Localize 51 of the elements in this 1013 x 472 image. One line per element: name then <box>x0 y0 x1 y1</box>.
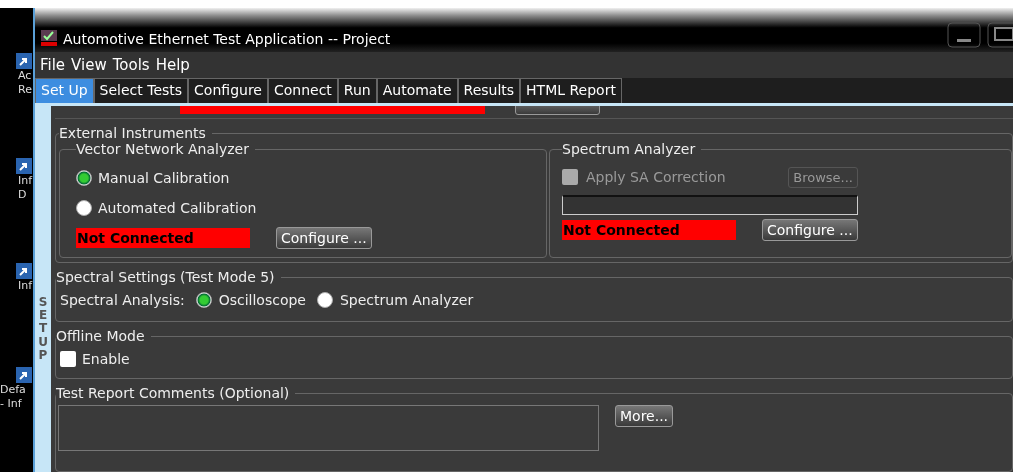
menu-item[interactable]: File <box>40 56 66 74</box>
tab[interactable]: Results <box>457 78 521 103</box>
radio-button[interactable] <box>316 292 333 308</box>
radio-button[interactable] <box>76 200 92 216</box>
minimize-icon[interactable] <box>947 22 981 48</box>
desktop-icon-label: Defa <box>0 383 26 398</box>
tab[interactable]: Run <box>337 78 377 103</box>
radio-button[interactable] <box>76 170 92 186</box>
radio-button[interactable] <box>195 292 212 308</box>
menu-item[interactable]: Help <box>155 56 190 74</box>
group-title: Spectral Settings (Test Mode 5) <box>56 269 276 285</box>
maximize-icon[interactable] <box>987 22 1013 48</box>
shortcut-icon[interactable] <box>16 157 32 174</box>
group-title: Test Report Comments (Optional) <box>56 385 291 401</box>
desktop-icon-label: Inf <box>17 173 33 188</box>
radio-label: Oscilloscope <box>218 292 306 308</box>
radio-label: Automated Calibration <box>98 200 257 216</box>
radio-label: Manual Calibration <box>98 170 230 186</box>
status-indicator: Not Connected <box>76 228 250 248</box>
configure-button[interactable]: Configure ... <box>276 227 372 249</box>
file-path-field[interactable] <box>562 195 858 215</box>
window-title: Automotive Ethernet Test Application -- Project <box>63 31 391 47</box>
tab[interactable]: Automate <box>376 78 458 103</box>
more-button[interactable]: More... <box>615 405 674 427</box>
group-title: Vector Network Analyzer <box>76 141 250 157</box>
status-indicator: Not Connected <box>562 220 736 240</box>
radio-label: Spectrum Analyzer <box>339 292 474 308</box>
configure-button[interactable]: Configure ... <box>762 219 858 241</box>
menu-item[interactable]: View <box>71 56 107 74</box>
app-icon <box>41 30 57 46</box>
desktop-icon-label: Ac <box>17 69 32 83</box>
checkbox[interactable] <box>60 351 76 367</box>
desktop-icon-label: - Inf <box>0 397 22 412</box>
shortcut-icon[interactable] <box>16 367 32 384</box>
group-title: Offline Mode <box>56 328 146 344</box>
tab[interactable]: Configure <box>188 78 268 103</box>
shortcut-icon[interactable] <box>16 262 32 279</box>
comments-field[interactable] <box>58 405 599 451</box>
desktop-icon-label: Inf <box>17 278 33 293</box>
group-title: Spectrum Analyzer <box>562 141 697 157</box>
checkbox-label: Enable <box>82 351 130 367</box>
field-label: Spectral Analysis: <box>60 292 185 308</box>
vertical-label: SET UP <box>37 296 49 362</box>
checkbox-label: Apply SA Correction <box>586 169 726 185</box>
menu-item[interactable]: Tools <box>112 56 150 74</box>
desktop-icon-label: Re <box>17 83 32 97</box>
tab[interactable]: HTML Report <box>520 78 622 103</box>
desktop-icon-label: D <box>17 187 27 202</box>
tab[interactable]: Connect <box>267 78 338 103</box>
group-title: External Instruments <box>59 125 207 141</box>
tab[interactable]: Select Tests <box>93 78 189 103</box>
